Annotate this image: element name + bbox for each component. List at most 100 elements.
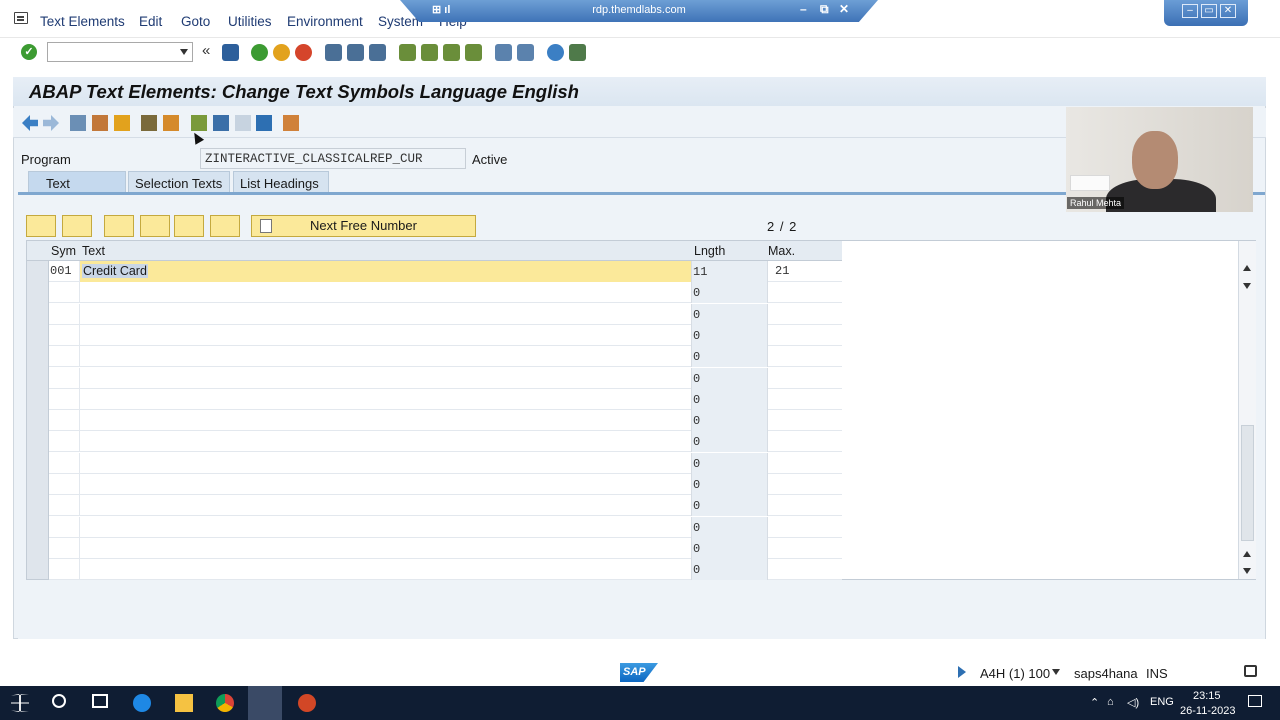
cell-text[interactable] [80, 537, 692, 559]
cell-max[interactable] [768, 495, 842, 516]
forward-arrow-icon[interactable] [43, 115, 59, 131]
cell-max[interactable] [768, 325, 842, 346]
clock-time[interactable]: 23:15 [1193, 690, 1221, 702]
cell-sym[interactable] [49, 431, 80, 453]
table-row[interactable]: 0 [49, 431, 842, 453]
table-row[interactable]: 0 [49, 388, 842, 410]
menu-text-elements[interactable]: Text Elements [40, 14, 125, 29]
cell-max[interactable]: 21 [768, 261, 842, 282]
table-row[interactable]: 0 [49, 324, 842, 346]
cell-sym[interactable] [49, 410, 80, 432]
new-session-icon[interactable] [495, 44, 512, 61]
navigation-window-icon[interactable] [213, 115, 229, 131]
cell-max[interactable] [768, 538, 842, 559]
task-view-icon[interactable] [92, 694, 108, 708]
insert-row-button[interactable] [104, 215, 134, 237]
cell-max[interactable] [768, 453, 842, 474]
deselect-all-button[interactable] [62, 215, 92, 237]
menu-environment[interactable]: Environment [287, 14, 363, 29]
cell-text[interactable] [80, 410, 692, 432]
menu-goto[interactable]: Goto [181, 14, 210, 29]
cell-max[interactable] [768, 282, 842, 303]
table-row[interactable]: 0 [49, 410, 842, 432]
edge-browser-icon[interactable] [133, 694, 151, 712]
next-free-number-button[interactable]: Next Free Number [251, 215, 476, 237]
tab-list-headings[interactable]: List Headings [233, 171, 329, 193]
back-icon[interactable] [251, 44, 268, 61]
cell-max[interactable] [768, 368, 842, 389]
scroll-down-icon[interactable] [1243, 283, 1251, 289]
vertical-scrollbar[interactable] [1238, 241, 1256, 579]
column-header-sym[interactable]: Sym [51, 244, 76, 258]
check-icon[interactable] [141, 115, 157, 131]
select-all-button[interactable] [26, 215, 56, 237]
exit-icon[interactable] [273, 44, 290, 61]
cell-sym[interactable] [49, 282, 80, 304]
copy-button[interactable] [174, 215, 204, 237]
cell-sym[interactable] [49, 516, 80, 538]
save-icon[interactable] [222, 44, 239, 61]
scroll-thumb[interactable] [1241, 425, 1254, 541]
table-row[interactable]: 0 [49, 516, 842, 538]
back-arrow-icon[interactable] [22, 115, 38, 131]
find-icon[interactable] [347, 44, 364, 61]
row-selector-column[interactable] [27, 261, 49, 579]
maximize-icon[interactable]: ▭ [1201, 4, 1217, 18]
cell-sym[interactable] [49, 495, 80, 517]
info-icon[interactable] [256, 115, 272, 131]
cell-text[interactable] [80, 431, 692, 453]
windows-start-icon[interactable] [11, 694, 29, 712]
next-page-icon[interactable] [443, 44, 460, 61]
menu-edit[interactable]: Edit [139, 14, 162, 29]
tab-text-symbols[interactable]: Text Symbols [28, 171, 126, 206]
table-row[interactable]: 0 [49, 495, 842, 517]
cell-text[interactable] [80, 495, 692, 517]
column-header-length[interactable]: Lngth [694, 244, 725, 258]
menu-utilities[interactable]: Utilities [228, 14, 272, 29]
table-row[interactable]: 0 [49, 367, 842, 389]
cell-sym[interactable] [49, 474, 80, 495]
find-next-icon[interactable] [369, 44, 386, 61]
rdp-restore-icon[interactable]: ⧉ [820, 2, 829, 17]
minimize-icon[interactable]: – [1182, 4, 1198, 18]
cell-sym[interactable] [49, 367, 80, 389]
display-change-icon[interactable] [70, 115, 86, 131]
table-row[interactable]: 0 [49, 303, 842, 325]
rdp-close-icon[interactable]: ✕ [839, 2, 849, 16]
cell-sym[interactable]: 001 [49, 261, 80, 282]
sap-logon-icon[interactable] [248, 686, 282, 720]
clock-date[interactable]: 26-11-2023 [1180, 705, 1235, 717]
previous-page-icon[interactable] [421, 44, 438, 61]
table-row[interactable]: 0 [49, 474, 842, 495]
cell-max[interactable] [768, 474, 842, 495]
translate-button[interactable] [210, 215, 240, 237]
activate-icon[interactable] [114, 115, 130, 131]
table-row[interactable]: 0 [49, 346, 842, 368]
search-icon[interactable] [52, 694, 66, 708]
cell-sym[interactable] [49, 452, 80, 474]
cell-max[interactable] [768, 431, 842, 452]
cell-text[interactable] [80, 282, 692, 304]
cell-text[interactable] [80, 303, 692, 325]
scroll-page-down-icon[interactable] [1243, 568, 1251, 574]
cell-text[interactable] [80, 452, 692, 474]
cell-sym[interactable] [49, 346, 80, 368]
cell-text[interactable] [80, 388, 692, 410]
cell-sym[interactable] [49, 324, 80, 346]
column-header-max[interactable]: Max. [768, 244, 795, 258]
layout-menu-icon[interactable] [569, 44, 586, 61]
cell-text[interactable] [80, 346, 692, 368]
cell-max[interactable] [768, 517, 842, 538]
cell-text[interactable] [80, 474, 692, 495]
cell-text[interactable] [80, 516, 692, 538]
table-row[interactable]: 0 [49, 559, 842, 581]
object-list-icon[interactable] [191, 115, 207, 131]
status-chevron-down-icon[interactable] [1052, 669, 1060, 675]
rdp-minimize-icon[interactable]: – [800, 2, 807, 16]
cell-sym[interactable] [49, 388, 80, 410]
cell-max[interactable] [768, 559, 842, 580]
cell-sym[interactable] [49, 559, 80, 581]
compare-icon[interactable] [283, 115, 299, 131]
lock-icon[interactable] [1244, 665, 1257, 677]
column-header-text[interactable]: Text [82, 244, 105, 258]
